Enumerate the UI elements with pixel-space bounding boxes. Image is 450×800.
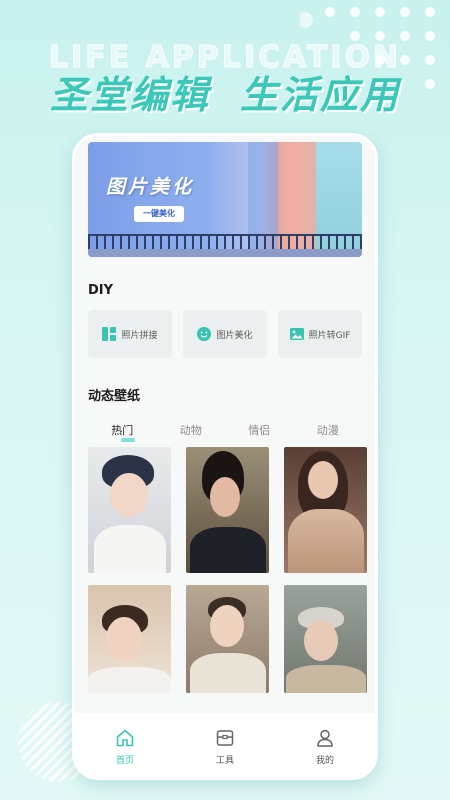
diy-title: DIY: [88, 283, 114, 298]
home-icon: [116, 729, 134, 747]
wallpaper-title: 动态壁纸: [88, 389, 141, 404]
tab-hot[interactable]: 热门: [111, 422, 136, 442]
wallpaper-thumbnail[interactable]: [88, 447, 171, 573]
smiley-icon: [197, 327, 212, 341]
tabbar-label: 首页: [115, 756, 134, 766]
wallpaper-thumbnail[interactable]: [284, 585, 367, 693]
tabbar-item-home[interactable]: 首页: [95, 728, 155, 766]
tabbar-item-tools[interactable]: 工具: [195, 728, 255, 766]
banner-title: 图片美化: [106, 176, 195, 198]
diy-item-label: 照片拼接: [121, 330, 158, 341]
wallpaper-thumbnail[interactable]: [88, 585, 171, 693]
diy-item-label: 图片美化: [216, 330, 253, 341]
diy-item-beautify[interactable]: 图片美化: [183, 310, 267, 358]
toolbox-icon: [216, 730, 234, 746]
diy-item-label: 照片转GIF: [308, 330, 351, 341]
tab-anime[interactable]: 动漫: [317, 422, 339, 442]
tab-animal[interactable]: 动物: [180, 422, 202, 442]
promo-headline: 圣堂编辑 生活应用: [0, 64, 450, 119]
app-screen: 图片美化 一键美化 DIY 照片拼接 图片美化 照片转GIF 动态壁纸 热门 动…: [75, 136, 375, 777]
phone-mockup: 图片美化 一键美化 DIY 照片拼接 图片美化 照片转GIF 动态壁纸 热门 动…: [72, 133, 378, 780]
user-icon: [317, 729, 333, 747]
tabbar-item-profile[interactable]: 我的: [295, 728, 355, 766]
banner[interactable]: 图片美化 一键美化: [88, 142, 362, 257]
diy-tools: 照片拼接 图片美化 照片转GIF: [88, 310, 362, 358]
collage-icon: [102, 327, 117, 341]
bottom-tabbar: 首页 工具 我的: [75, 713, 375, 777]
wallpaper-tabs: 热门 动物 情侣 动漫: [88, 422, 362, 442]
banner-button[interactable]: 一键美化: [134, 206, 184, 222]
headline-right: 生活应用: [240, 73, 401, 117]
tab-couple[interactable]: 情侣: [248, 422, 270, 442]
wallpaper-thumbnail[interactable]: [186, 447, 269, 573]
diy-item-collage[interactable]: 照片拼接: [88, 310, 172, 358]
tabbar-label: 工具: [215, 756, 234, 766]
wallpaper-thumbnail[interactable]: [186, 585, 269, 693]
wallpaper-thumbnail[interactable]: [284, 447, 367, 573]
wallpaper-grid: [88, 447, 367, 693]
diy-item-gif[interactable]: 照片转GIF: [278, 310, 362, 358]
headline-left: 圣堂编辑: [49, 73, 210, 117]
tabbar-label: 我的: [315, 756, 334, 766]
image-icon: [289, 328, 304, 340]
railing-graphic: [88, 234, 362, 250]
